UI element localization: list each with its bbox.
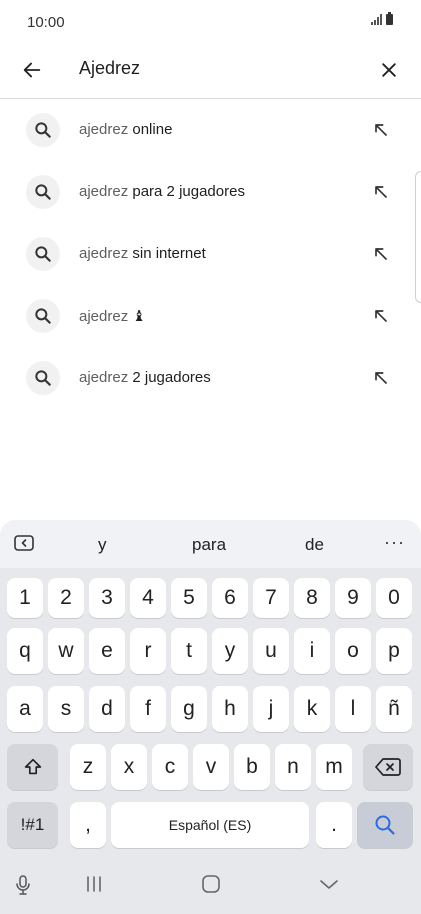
suggestion-text: ajedrez ♝: [79, 308, 146, 325]
key[interactable]: h: [212, 686, 248, 732]
search-icon: [26, 237, 60, 271]
key[interactable]: l: [335, 686, 371, 732]
key[interactable]: j: [253, 686, 289, 732]
symbols-key[interactable]: !#1: [7, 802, 58, 848]
key[interactable]: 5: [171, 578, 207, 618]
key[interactable]: n: [275, 744, 311, 790]
key[interactable]: v: [193, 744, 229, 790]
key[interactable]: u: [253, 628, 289, 674]
suggestion-item[interactable]: ajedrez online: [0, 99, 421, 161]
back-nav-button[interactable]: [318, 874, 340, 894]
arrow-up-left-icon[interactable]: [371, 306, 391, 326]
keyboard-collapse-icon[interactable]: [14, 535, 34, 551]
prediction-word[interactable]: y: [98, 535, 107, 555]
suggestion-item[interactable]: ajedrez ♝: [0, 285, 421, 347]
key[interactable]: 9: [335, 578, 371, 618]
status-bar: 10:00: [0, 0, 421, 44]
status-icons: [371, 12, 393, 25]
key[interactable]: y: [212, 628, 248, 674]
more-options-icon[interactable]: ···: [384, 532, 405, 553]
key[interactable]: e: [89, 628, 125, 674]
space-label: Español (ES): [168, 817, 252, 833]
back-button[interactable]: [16, 54, 48, 86]
scroll-handle[interactable]: [415, 171, 421, 303]
key[interactable]: 6: [212, 578, 248, 618]
key[interactable]: m: [316, 744, 352, 790]
key[interactable]: s: [48, 686, 84, 732]
search-icon: [26, 175, 60, 209]
suggestion-text: ajedrez sin internet: [79, 245, 206, 262]
key[interactable]: 8: [294, 578, 330, 618]
arrow-up-left-icon[interactable]: [371, 120, 391, 140]
home-icon: [202, 875, 220, 893]
keyboard: y para de ··· 1 2 3 4 5 6 7 8 9 0 q w e …: [0, 520, 421, 914]
status-time: 10:00: [27, 14, 65, 31]
key[interactable]: 0: [376, 578, 412, 618]
key[interactable]: q: [7, 628, 43, 674]
key[interactable]: 3: [89, 578, 125, 618]
arrow-up-left-icon[interactable]: [371, 182, 391, 202]
key[interactable]: d: [89, 686, 125, 732]
backspace-key[interactable]: [363, 744, 413, 790]
key[interactable]: g: [171, 686, 207, 732]
suggestion-item[interactable]: ajedrez para 2 jugadores: [0, 161, 421, 223]
arrow-left-icon: [23, 62, 41, 78]
key[interactable]: k: [294, 686, 330, 732]
recent-apps-button[interactable]: [84, 874, 104, 894]
key[interactable]: i: [294, 628, 330, 674]
key[interactable]: r: [130, 628, 166, 674]
period-key[interactable]: .: [316, 802, 352, 848]
key[interactable]: z: [70, 744, 106, 790]
battery-icon: [386, 12, 393, 25]
key[interactable]: c: [152, 744, 188, 790]
backspace-icon: [375, 758, 401, 776]
search-icon: [375, 815, 395, 835]
suggestion-item[interactable]: ajedrez 2 jugadores: [0, 347, 421, 409]
key[interactable]: f: [130, 686, 166, 732]
key[interactable]: ñ: [376, 686, 412, 732]
navigation-bar: [0, 858, 421, 914]
close-icon: [382, 63, 396, 77]
symbols-label: !#1: [20, 815, 45, 834]
key[interactable]: b: [234, 744, 270, 790]
search-icon: [26, 361, 60, 395]
key[interactable]: 4: [130, 578, 166, 618]
search-bar: Ajedrez: [0, 44, 421, 99]
key[interactable]: p: [376, 628, 412, 674]
arrow-up-left-icon[interactable]: [371, 368, 391, 388]
prediction-word[interactable]: para: [192, 535, 226, 555]
microphone-icon: [16, 875, 30, 895]
key[interactable]: a: [7, 686, 43, 732]
suggestion-item[interactable]: ajedrez sin internet: [0, 223, 421, 285]
chevron-down-icon: [320, 880, 338, 889]
suggestion-text: ajedrez online: [79, 121, 173, 138]
shift-key[interactable]: [7, 744, 58, 790]
key[interactable]: 2: [48, 578, 84, 618]
prediction-word[interactable]: de: [305, 535, 324, 555]
prediction-bar: y para de ···: [0, 520, 421, 568]
search-icon: [26, 113, 60, 147]
key[interactable]: x: [111, 744, 147, 790]
recent-apps-icon: [87, 876, 101, 892]
clear-search-button[interactable]: [373, 54, 405, 86]
key[interactable]: t: [171, 628, 207, 674]
home-button[interactable]: [200, 874, 222, 894]
shift-icon: [24, 758, 41, 775]
space-key[interactable]: Español (ES): [111, 802, 309, 848]
arrow-up-left-icon[interactable]: [371, 244, 391, 264]
microphone-button[interactable]: [14, 874, 32, 896]
key[interactable]: o: [335, 628, 371, 674]
key[interactable]: w: [48, 628, 84, 674]
signal-icon: [371, 14, 382, 25]
search-key[interactable]: [357, 802, 413, 848]
suggestion-text: ajedrez para 2 jugadores: [79, 183, 245, 200]
suggestion-text: ajedrez 2 jugadores: [79, 369, 211, 386]
search-icon: [26, 299, 60, 333]
key[interactable]: 7: [253, 578, 289, 618]
comma-key[interactable]: ,: [70, 802, 106, 848]
search-input[interactable]: Ajedrez: [79, 58, 140, 79]
key[interactable]: 1: [7, 578, 43, 618]
